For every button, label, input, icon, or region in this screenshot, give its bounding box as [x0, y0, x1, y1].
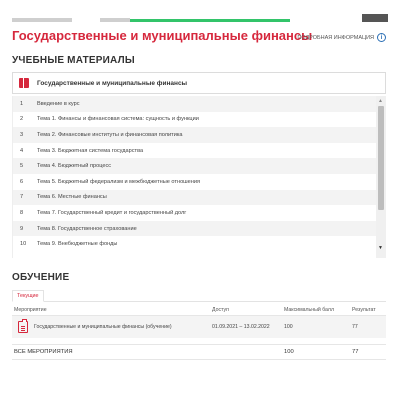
column-header-access[interactable]: Доступ [212, 307, 284, 313]
table-header: Мероприятие Доступ Максимальный балл Рез… [12, 304, 386, 316]
topic-row[interactable]: 6 Тема 5. Бюджетный федерализм и межбюдже… [13, 173, 386, 190]
document-icon [18, 319, 28, 333]
book-icon [19, 78, 29, 88]
topic-number: 9 [20, 225, 24, 232]
topic-number: 1 [20, 100, 24, 107]
column-header-max-score[interactable]: Максимальный балл [284, 307, 352, 313]
topic-number: 3 [20, 131, 24, 138]
topic-row[interactable]: 10 Тема 9. Внебюджетные фонды [13, 236, 386, 252]
topic-title: Тема 6. Местные финансы [37, 194, 107, 201]
topic-title: Тема 9. Внебюджетные фонды [37, 241, 118, 248]
topic-title: Тема 1. Финансы и финансовая система: су… [37, 116, 199, 123]
topic-number: 8 [20, 209, 24, 216]
scroll-up-arrow-icon[interactable]: ▲ [378, 98, 383, 104]
topic-row[interactable]: 7 Тема 6. Местные финансы [13, 189, 386, 206]
progress-track-mid [100, 18, 130, 22]
tab-current[interactable]: Текущие [12, 290, 44, 302]
topic-row[interactable]: 3 Тема 2. Финансовые институты и финансов… [13, 127, 386, 143]
more-info-link[interactable]: ПОДРОБНАЯ ИНФОРМАЦИЯ i [297, 33, 386, 42]
topic-row[interactable]: 5 Тема 4. Бюджетный процесс [13, 158, 386, 174]
topic-number: 10 [20, 241, 27, 248]
topic-number: 2 [20, 116, 24, 123]
topic-row[interactable]: 9 Тема 8. Государственное страхование [13, 220, 386, 237]
topic-title: Тема 3. Бюджетная система государства [37, 147, 144, 154]
event-cell: Государственные и муниципальные финансы … [12, 319, 212, 333]
topic-title: Тема 2. Финансовые институты и финансова… [37, 131, 183, 138]
result-cell: 77 [352, 324, 358, 330]
course-materials-label: Государственные и муниципальные финансы [37, 79, 188, 87]
top-bar-block [362, 14, 388, 22]
topic-list: 1 Введение в курс 2 Тема 1. Финансы и фина… [12, 96, 386, 258]
info-icon[interactable]: i [377, 33, 386, 42]
progress-track-left [12, 18, 72, 22]
topic-row[interactable]: 2 Тема 1. Финансы и финансовая система: с… [13, 111, 386, 128]
learning-heading: ОБУЧЕНИЕ [12, 272, 70, 283]
topic-row[interactable]: 4 Тема 3. Бюджетная система государства [13, 142, 386, 159]
scrollbar-thumb[interactable] [378, 106, 384, 210]
top-bar [0, 0, 400, 22]
learning-tabs: Текущие [12, 290, 386, 302]
topic-row[interactable]: 8 Тема 7. Государственный кредит и госуда… [13, 205, 386, 221]
topic-title: Тема 4. Бюджетный процесс [37, 163, 112, 170]
table-row[interactable]: Государственные и муниципальные финансы … [12, 316, 386, 338]
max-score-cell: 100 [284, 324, 293, 330]
topic-row[interactable]: 1 Введение в курс [13, 96, 386, 112]
topic-number: 6 [20, 178, 24, 185]
total-max-score: 100 [284, 349, 294, 355]
course-materials-header[interactable]: Государственные и муниципальные финансы [12, 72, 386, 94]
scroll-down-arrow-icon[interactable]: ▼ [378, 245, 383, 251]
total-result: 77 [352, 349, 359, 355]
progress-bar [130, 19, 290, 22]
total-label: ВСЕ МЕРОПРИЯТИЯ [14, 349, 73, 355]
topic-list-scrollbar[interactable]: ▲ ▼ [376, 96, 386, 258]
topic-title: Тема 5. Бюджетный федерализм и межбюджет… [37, 178, 201, 185]
materials-heading: УЧЕБНЫЕ МАТЕРИАЛЫ [12, 55, 135, 66]
column-header-event[interactable]: Мероприятие [12, 307, 212, 313]
topic-number: 4 [20, 147, 24, 154]
access-cell: 01.09.2021 – 13.02.2022 [212, 324, 270, 330]
topic-title: Тема 7. Государственный кредит и государ… [37, 209, 187, 216]
topic-number: 5 [20, 163, 24, 170]
more-info-label: ПОДРОБНАЯ ИНФОРМАЦИЯ [297, 34, 374, 41]
column-header-result[interactable]: Результат [352, 307, 386, 313]
topic-title: Введение в курс [37, 100, 80, 107]
learning-table: Мероприятие Доступ Максимальный балл Рез… [12, 304, 386, 360]
event-name[interactable]: Государственные и муниципальные финансы … [34, 324, 172, 330]
topic-title: Тема 8. Государственное страхование [37, 225, 137, 232]
page-title: Государственные и муниципальные финансы [12, 28, 313, 43]
table-total-row: ВСЕ МЕРОПРИЯТИЯ 100 77 [12, 344, 386, 360]
topic-number: 7 [20, 194, 24, 201]
